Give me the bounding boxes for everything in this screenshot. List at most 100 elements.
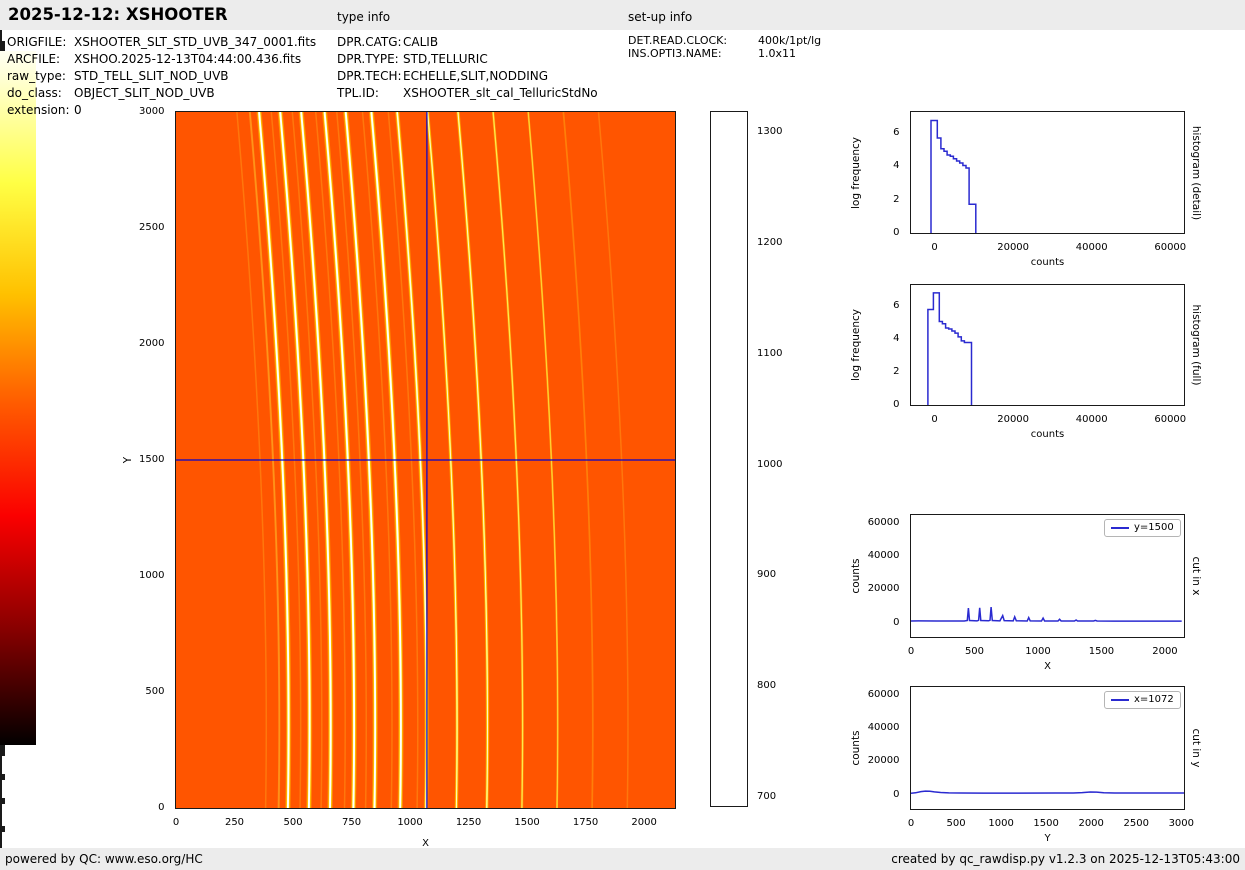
hist_detail-ylabel: log frequency	[850, 136, 862, 209]
x-tick-label: 1000	[397, 816, 423, 828]
field-value: XSHOO.2025-12-13T04:44:00.436.fits	[74, 52, 302, 66]
legend-label: x=1072	[1134, 694, 1174, 705]
x-tick-label: 0	[907, 645, 915, 657]
field-value: CALIB	[403, 35, 439, 49]
field-value: 1.0x11	[758, 47, 797, 60]
field-value: STD,TELLURIC	[403, 52, 488, 66]
y-tick-label: 40000	[867, 721, 900, 733]
x-tick-label: 40000	[1075, 413, 1108, 425]
raw-frame-ylabel: Y	[122, 456, 134, 464]
field-label: ORIGFILE:	[7, 35, 67, 49]
type-info-heading: type info	[337, 10, 391, 24]
cut_x-xlabel: X	[1044, 661, 1051, 672]
y-tick-label: 60000	[867, 516, 900, 528]
colorbar	[709, 110, 748, 807]
field-label: DPR.TYPE:	[337, 52, 399, 66]
field-value: STD_TELL_SLIT_NOD_UVB	[74, 69, 229, 83]
x-tick-label: 2000	[1152, 645, 1178, 657]
y-tick-label: 40000	[867, 549, 900, 561]
y-tick-label: 2	[893, 193, 900, 205]
x-tick-label: 250	[224, 816, 245, 828]
raw-frame-image	[176, 112, 675, 808]
hist_detail-xlabel: counts	[1030, 257, 1065, 268]
field-value: XSHOOTER_slt_cal_TelluricStdNo	[403, 86, 598, 100]
x-tick-label: 40000	[1075, 241, 1108, 253]
y-tick-label: 2500	[139, 222, 165, 233]
x-tick-label: 1000	[1025, 645, 1051, 657]
cut_x-data-line	[911, 607, 1182, 622]
y-tick-label: 60000	[867, 688, 900, 700]
cut_y-side-label: cut in y	[1190, 728, 1202, 768]
y-tick-label: 4	[893, 160, 900, 172]
cut_x-ylabel: counts	[850, 558, 862, 594]
legend-label: y=1500	[1134, 522, 1174, 533]
x-tick-label: 20000	[997, 241, 1030, 253]
hist_detail-data-line	[930, 119, 977, 233]
y-tick-label: 0	[158, 802, 165, 813]
cut_y-ylabel: counts	[850, 730, 862, 766]
hist_detail-canvas	[930, 119, 977, 233]
field-label: ARCFILE:	[7, 52, 61, 66]
field-value: ECHELLE,SLIT,NODDING	[403, 69, 549, 83]
header-band: 2025-12-12: XSHOOTER type info set-up in…	[0, 0, 1245, 30]
y-tick-label: 4	[893, 332, 900, 344]
cut_x-legend: y=1500	[1104, 519, 1181, 537]
footer-band: powered by QC: www.eso.org/HC created by…	[0, 848, 1245, 870]
y-tick-label: 0	[893, 399, 900, 410]
colorbar-tick-label: 900	[757, 569, 777, 581]
hist_full-canvas	[927, 292, 973, 405]
hist_detail-side-label: histogram (detail)	[1190, 125, 1202, 220]
legend-line-sample	[1111, 699, 1129, 701]
y-tick-label: 20000	[867, 583, 900, 595]
field-label: do_class:	[7, 86, 62, 100]
footer-left-text: powered by QC: www.eso.org/HC	[5, 852, 203, 866]
x-tick-label: 0	[931, 241, 938, 253]
x-tick-label: 500	[283, 816, 303, 828]
page-title: 2025-12-12: XSHOOTER	[8, 5, 228, 24]
x-tick-label: 0	[172, 816, 180, 828]
field-label: DPR.TECH:	[337, 69, 402, 83]
x-tick-label: 20000	[997, 413, 1030, 425]
colorbar-tick-label: 1300	[757, 125, 783, 137]
cut_y-data-line	[911, 790, 1184, 794]
field-label: DPR.CATG:	[337, 35, 402, 49]
field-label: INS.OPTI3.NAME:	[628, 47, 722, 60]
colorbar-tick-label: 700	[757, 791, 777, 803]
footer-right-text: created by qc_rawdisp.py v1.2.3 on 2025-…	[891, 852, 1240, 866]
x-tick-label: 1500	[514, 816, 540, 828]
y-tick-label: 3000	[139, 106, 165, 117]
hist_full-xlabel: counts	[1030, 429, 1065, 440]
y-tick-label: 500	[145, 686, 165, 697]
y-tick-label: 2	[893, 365, 900, 377]
x-tick-label: 500	[964, 645, 985, 657]
field-value: 400k/1pt/lg	[758, 34, 822, 47]
y-tick-label: 2000	[139, 338, 165, 349]
y-tick-label: 1000	[139, 570, 165, 581]
y-tick-label: 0	[893, 788, 900, 800]
hist_full-data-line	[927, 292, 973, 405]
field-value: XSHOOTER_SLT_STD_UVB_347_0001.fits	[74, 35, 317, 49]
legend-line-sample	[1111, 527, 1129, 529]
figure-area: 0 250 500 750 1000 1250 1500 1750 2000 0 500 1000 15…	[0, 0, 1245, 870]
y-tick-label: 0	[893, 616, 900, 628]
qc-raw-display-report: 2025-12-12: XSHOOTER type info set-up in…	[0, 0, 1245, 870]
setup-info-heading: set-up info	[628, 10, 693, 24]
colorbar-tick-label: 1100	[757, 347, 783, 359]
x-tick-label: 1500	[1088, 645, 1115, 657]
y-tick-label: 0	[893, 227, 900, 238]
y-tick-label: 6	[893, 127, 900, 138]
colorbar-gradient	[0, 51, 36, 745]
colorbar-tick-label: 1000	[757, 458, 783, 470]
hist_full-side-label: histogram (full)	[1190, 304, 1202, 386]
field-label: DET.READ.CLOCK:	[628, 34, 728, 47]
field-label: extension:	[7, 103, 70, 117]
y-tick-label: 6	[893, 299, 900, 311]
field-value: 0	[74, 103, 82, 117]
field-value: OBJECT_SLIT_NOD_UVB	[74, 86, 215, 100]
hist_full-ylabel: log frequency	[850, 309, 862, 382]
cut_y-legend: x=1072	[1104, 691, 1181, 709]
colorbar-tick-label: 800	[757, 680, 777, 692]
field-label: TPL.ID:	[337, 86, 379, 100]
x-tick-label: 2000	[631, 816, 657, 828]
x-tick-label: 750	[341, 816, 362, 828]
